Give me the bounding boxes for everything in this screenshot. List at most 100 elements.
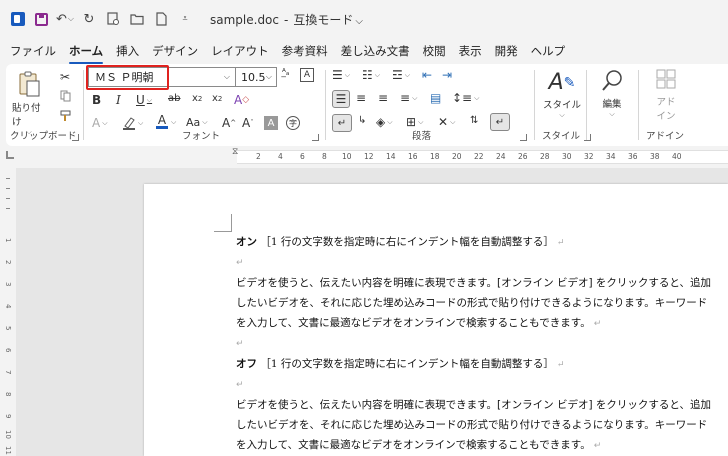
redo-icon[interactable]: ↻ <box>80 10 98 28</box>
numbering-icon[interactable]: ☷ ⌵ <box>362 68 380 82</box>
tab-home[interactable]: ホーム <box>69 41 104 64</box>
paragraph-group-label: 段落 <box>412 131 432 142</box>
editing-button[interactable]: 編集 ⌵ <box>592 68 632 119</box>
word-app-icon <box>10 11 26 27</box>
group-divider <box>638 70 639 140</box>
ruler-number: 28 <box>540 152 550 161</box>
save-icon[interactable] <box>32 10 50 28</box>
document-body[interactable]: オン ［1 行の文字数を指定時に右にインデント幅を自動調整する］ ↵ ↵ ビデオを… <box>236 232 726 456</box>
title-bar: ↶ ⌵ ↻ ⩡ sample.doc - 互換モード ⌵ <box>0 0 728 38</box>
text-direction-button[interactable]: ↵ <box>332 114 352 132</box>
ruler-number: 12 <box>364 152 374 161</box>
ruler-number: 18 <box>430 152 440 161</box>
empty-paragraph: ↵ <box>236 375 726 395</box>
ruler-tick <box>6 198 10 199</box>
editing-label: 編集 <box>602 99 622 110</box>
tab-mailings[interactable]: 差し込み文書 <box>341 41 410 61</box>
tab-selector-icon[interactable] <box>6 151 14 159</box>
document-page[interactable]: オン ［1 行の文字数を指定時に右にインデント幅を自動調整する］ ↵ ↵ ビデオを… <box>144 184 728 456</box>
ruler-number: 22 <box>474 152 484 161</box>
addin-button[interactable]: アド イン <box>646 68 686 122</box>
ruler-number: 8 <box>322 152 327 161</box>
horizontal-ruler[interactable]: ⧖ 2 4 6 8 10 12 14 16 18 20 22 24 26 28 … <box>232 147 728 164</box>
sort-icon[interactable]: ⇅ <box>470 115 478 126</box>
print-preview-icon[interactable] <box>104 10 122 28</box>
ruler-number: 16 <box>408 152 418 161</box>
editing-group: 編集 ⌵ <box>588 64 638 146</box>
ruler-number: 4 <box>4 304 12 309</box>
ruler-number: 4 <box>278 152 283 161</box>
heading-off-text: ［1 行の文字数を指定時に右にインデント幅を自動調整する］ <box>260 358 554 370</box>
asian-layout-icon[interactable]: ✕ ⌵ <box>438 115 455 129</box>
addin-icon <box>655 68 677 90</box>
undo-icon[interactable]: ↶ ⌵ <box>56 10 74 28</box>
body-line: したいビデオを、それに応じた埋め込みコードの形式で貼り付けできるようになります。… <box>236 419 708 431</box>
style-gallery-button[interactable]: A ✎ スタイル ⌵ <box>540 70 584 120</box>
tab-design[interactable]: デザイン <box>152 41 198 61</box>
body-line-end: を入力して、文書に最適なビデオをオンラインで検索することもできます。 ↵ <box>236 435 726 456</box>
align-right-button[interactable]: ≡ <box>378 91 388 105</box>
heading-off-bold: オフ <box>236 358 257 370</box>
vertical-ruler[interactable]: 1 2 3 4 5 6 7 8 9 10 11 <box>0 168 16 456</box>
justify-button[interactable]: ≡ ⌵ <box>400 91 417 105</box>
group-divider <box>586 70 587 140</box>
ltr-icon[interactable]: ↳ <box>358 115 366 126</box>
paragraph-group: ☰ ⌵ ☷ ⌵ ☲ ⌵ ⇤ ⇥ ☰ ≡ ≡ ≡ ⌵ ▤ ↕≡ ⌵ ↵ ↳ ◈ ⌵ ⊞ ⌵ ✕ ⌵… <box>6 64 536 146</box>
ruler-number: 38 <box>650 152 660 161</box>
borders-icon[interactable]: ⊞ ⌵ <box>406 115 423 129</box>
ruler-number: 6 <box>300 152 305 161</box>
ruler-tick <box>6 178 10 179</box>
tab-references[interactable]: 参考資料 <box>282 41 328 61</box>
ruler-number: 20 <box>452 152 462 161</box>
ruler-number: 9 <box>4 414 12 419</box>
ruler-number: 34 <box>606 152 616 161</box>
tab-layout[interactable]: レイアウト <box>211 41 269 61</box>
line-spacing-icon[interactable]: ↕≡ ⌵ <box>452 91 479 105</box>
empty-paragraph: ↵ <box>236 253 726 273</box>
document-title[interactable]: sample.doc - 互換モード ⌵ <box>210 11 363 28</box>
addin-label-1: アド <box>656 97 676 108</box>
tab-review[interactable]: 校閲 <box>423 41 446 61</box>
paragraph-mark-icon: ↵ <box>236 258 244 268</box>
show-marks-button[interactable]: ↵ <box>490 113 510 131</box>
ruler-number: 7 <box>4 370 12 375</box>
paragraph-launcher-icon[interactable] <box>520 134 527 141</box>
tab-help[interactable]: ヘルプ <box>531 41 566 61</box>
body-line: したいビデオを、それに応じた埋め込みコードの形式で貼り付けできるようになります。… <box>236 297 708 309</box>
margin-corner-mark <box>214 214 232 232</box>
ruler-tick <box>6 208 10 209</box>
bullets-icon[interactable]: ☰ ⌵ <box>332 68 350 82</box>
align-left-button[interactable]: ☰ <box>332 90 350 108</box>
shading-icon[interactable]: ◈ ⌵ <box>376 115 393 129</box>
new-document-icon[interactable] <box>152 10 170 28</box>
indent-marker-icon[interactable]: ⧖ <box>232 147 238 157</box>
tab-insert[interactable]: 挿入 <box>116 41 139 61</box>
open-folder-icon[interactable] <box>128 10 146 28</box>
multilevel-list-icon[interactable]: ☲ ⌵ <box>392 68 410 82</box>
style-group-label: スタイル <box>542 131 581 142</box>
ribbon-tabs: ファイル ホーム 挿入 デザイン レイアウト 参考資料 差し込み文書 校閲 表示… <box>0 40 728 64</box>
align-center-button[interactable]: ≡ <box>356 91 366 105</box>
paragraph-mark-icon: ↵ <box>236 380 244 390</box>
style-icon: A ✎ <box>548 70 576 95</box>
style-label: スタイル <box>542 100 581 111</box>
distributed-icon[interactable]: ▤ <box>430 91 441 105</box>
body-line: ビデオを使うと、伝えたい内容を明確に表現できます。[オンライン ビデオ] をクリ… <box>236 399 711 411</box>
decrease-indent-icon[interactable]: ⇤ <box>422 68 432 82</box>
customize-toolbar-icon[interactable]: ⩡ <box>176 10 194 28</box>
tab-developer[interactable]: 開発 <box>495 41 518 61</box>
ruler-number: 10 <box>342 152 352 161</box>
heading-off: オフ ［1 行の文字数を指定時に右にインデント幅を自動調整する］ ↵ <box>236 354 726 375</box>
increase-indent-icon[interactable]: ⇥ <box>442 68 452 82</box>
document-name: sample.doc <box>210 12 279 27</box>
body-line: ビデオを使うと、伝えたい内容を明確に表現できます。[オンライン ビデオ] をクリ… <box>236 277 711 289</box>
ruler-number: 14 <box>386 152 396 161</box>
compat-mode-label: 互換モード <box>293 12 354 27</box>
tab-file[interactable]: ファイル <box>10 41 56 61</box>
ruler-number: 2 <box>4 260 12 265</box>
ruler-number: 8 <box>4 392 12 397</box>
ruler-number: 1 <box>4 238 12 243</box>
ruler-number: 10 <box>4 430 12 439</box>
tab-view[interactable]: 表示 <box>459 41 482 61</box>
ruler-number: 6 <box>4 348 12 353</box>
